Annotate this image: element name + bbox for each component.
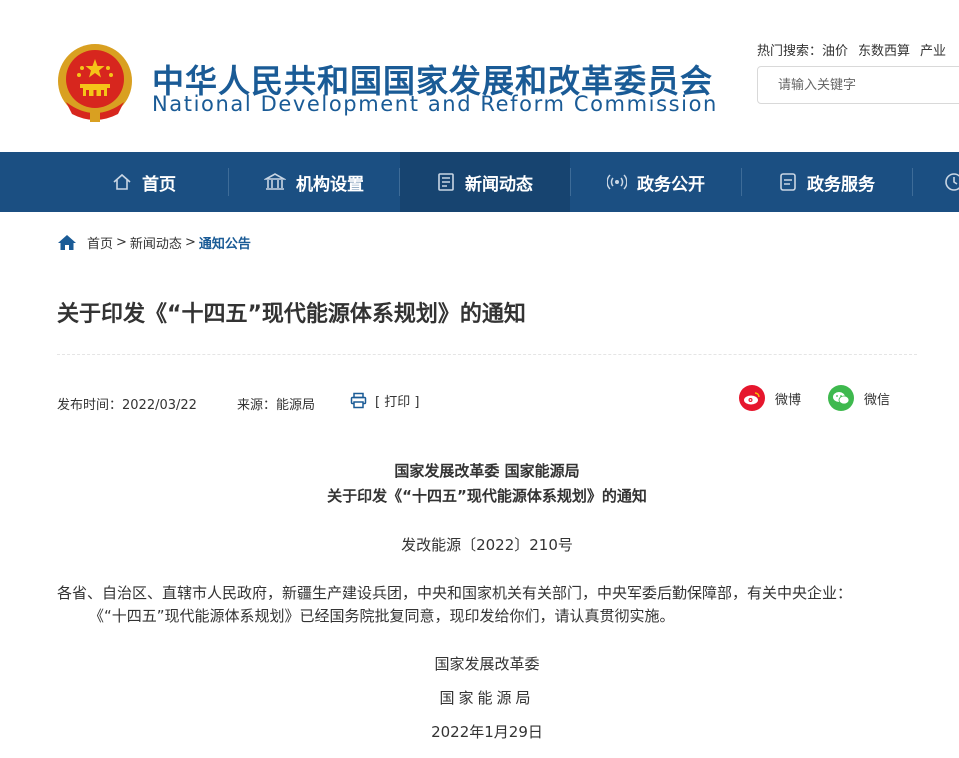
hot-search: 热门搜索：油价 东数西算 产业: [757, 40, 959, 59]
breadcrumb-news-link[interactable]: 新闻动态: [130, 233, 182, 252]
signature-ndrc: 国家发展改革委: [434, 655, 540, 673]
nav-item-label: 政务服务: [807, 174, 875, 195]
share-wechat-label: 微信: [864, 392, 891, 408]
home-icon: [113, 173, 131, 190]
nav-divider: [912, 168, 913, 196]
breadcrumb-home-link[interactable]: 首页: [87, 233, 113, 252]
document-date: 2022年1月29日: [431, 723, 543, 741]
home-icon[interactable]: [57, 234, 77, 251]
signature-nea: 国家能源局: [439, 689, 535, 707]
nav-item-label: 新闻动态: [465, 174, 533, 195]
site-header: 中华人民共和国国家发展和改革委员会 National Development a…: [0, 0, 959, 152]
hot-keyword-link[interactable]: 东数西算: [858, 44, 910, 59]
service-icon: [780, 173, 796, 191]
wechat-icon: [828, 385, 854, 411]
printer-icon: [350, 392, 367, 409]
broadcast-icon: [607, 174, 627, 190]
main-nav: 首页 机构设置 新闻动态 政务公开 政务服务: [0, 152, 959, 212]
article-source: 来源：能源局: [237, 398, 316, 413]
title-divider: [57, 354, 917, 355]
body-issuer-line: 国家发展改革委 国家能源局: [394, 462, 580, 480]
publish-time: 发布时间：2022/03/22: [57, 398, 197, 413]
hot-search-label: 热门搜索：: [757, 44, 823, 59]
body-heading-line: 关于印发《“十四五”现代能源体系规划》的通知: [327, 487, 647, 505]
nav-item-home[interactable]: 首页: [59, 152, 229, 212]
share-weibo-button[interactable]: 微博: [739, 385, 801, 411]
print-button[interactable]: [ 打印 ]: [350, 391, 419, 410]
institution-icon: [264, 173, 286, 190]
news-icon: [438, 173, 454, 191]
search-input[interactable]: [757, 66, 959, 104]
nav-item-label: 首页: [142, 174, 176, 195]
print-label: [ 打印 ]: [375, 395, 420, 410]
clock-icon[interactable]: [944, 172, 959, 192]
page-title: 关于印发《“十四五”现代能源体系规划》的通知: [57, 302, 526, 327]
hot-keyword-link[interactable]: 产业: [920, 44, 946, 59]
nav-item-label: 政务公开: [637, 174, 705, 195]
breadcrumb-separator: >: [116, 235, 127, 250]
body-recipients: 各省、自治区、直辖市人民政府，新疆生产建设兵团，中央和国家机关有关部门，中央军委…: [57, 584, 853, 602]
nav-item-gov-service[interactable]: 政务服务: [742, 152, 912, 212]
org-name-en: National Development and Reform Commissi…: [152, 92, 718, 116]
hot-keyword-link[interactable]: 油价: [822, 44, 848, 59]
body-paragraph: 《“十四五”现代能源体系规划》已经国务院批复同意，现印发给你们，请认真贯彻实施。: [89, 607, 675, 625]
breadcrumb-current[interactable]: 通知公告: [199, 233, 251, 252]
national-emblem-logo[interactable]: [56, 42, 134, 124]
share-weibo-label: 微博: [775, 392, 802, 408]
breadcrumb: 首页 > 新闻动态 > 通知公告: [57, 233, 251, 252]
document-number: 发改能源〔2022〕210号: [401, 536, 573, 554]
breadcrumb-separator: >: [184, 235, 196, 250]
nav-item-gov-affairs[interactable]: 政务公开: [571, 152, 741, 212]
weibo-icon: [739, 385, 765, 411]
share-wechat-button[interactable]: 微信: [828, 385, 890, 411]
nav-item-institution[interactable]: 机构设置: [229, 152, 399, 212]
nav-item-news[interactable]: 新闻动态: [400, 152, 570, 212]
nav-item-label: 机构设置: [296, 174, 364, 195]
